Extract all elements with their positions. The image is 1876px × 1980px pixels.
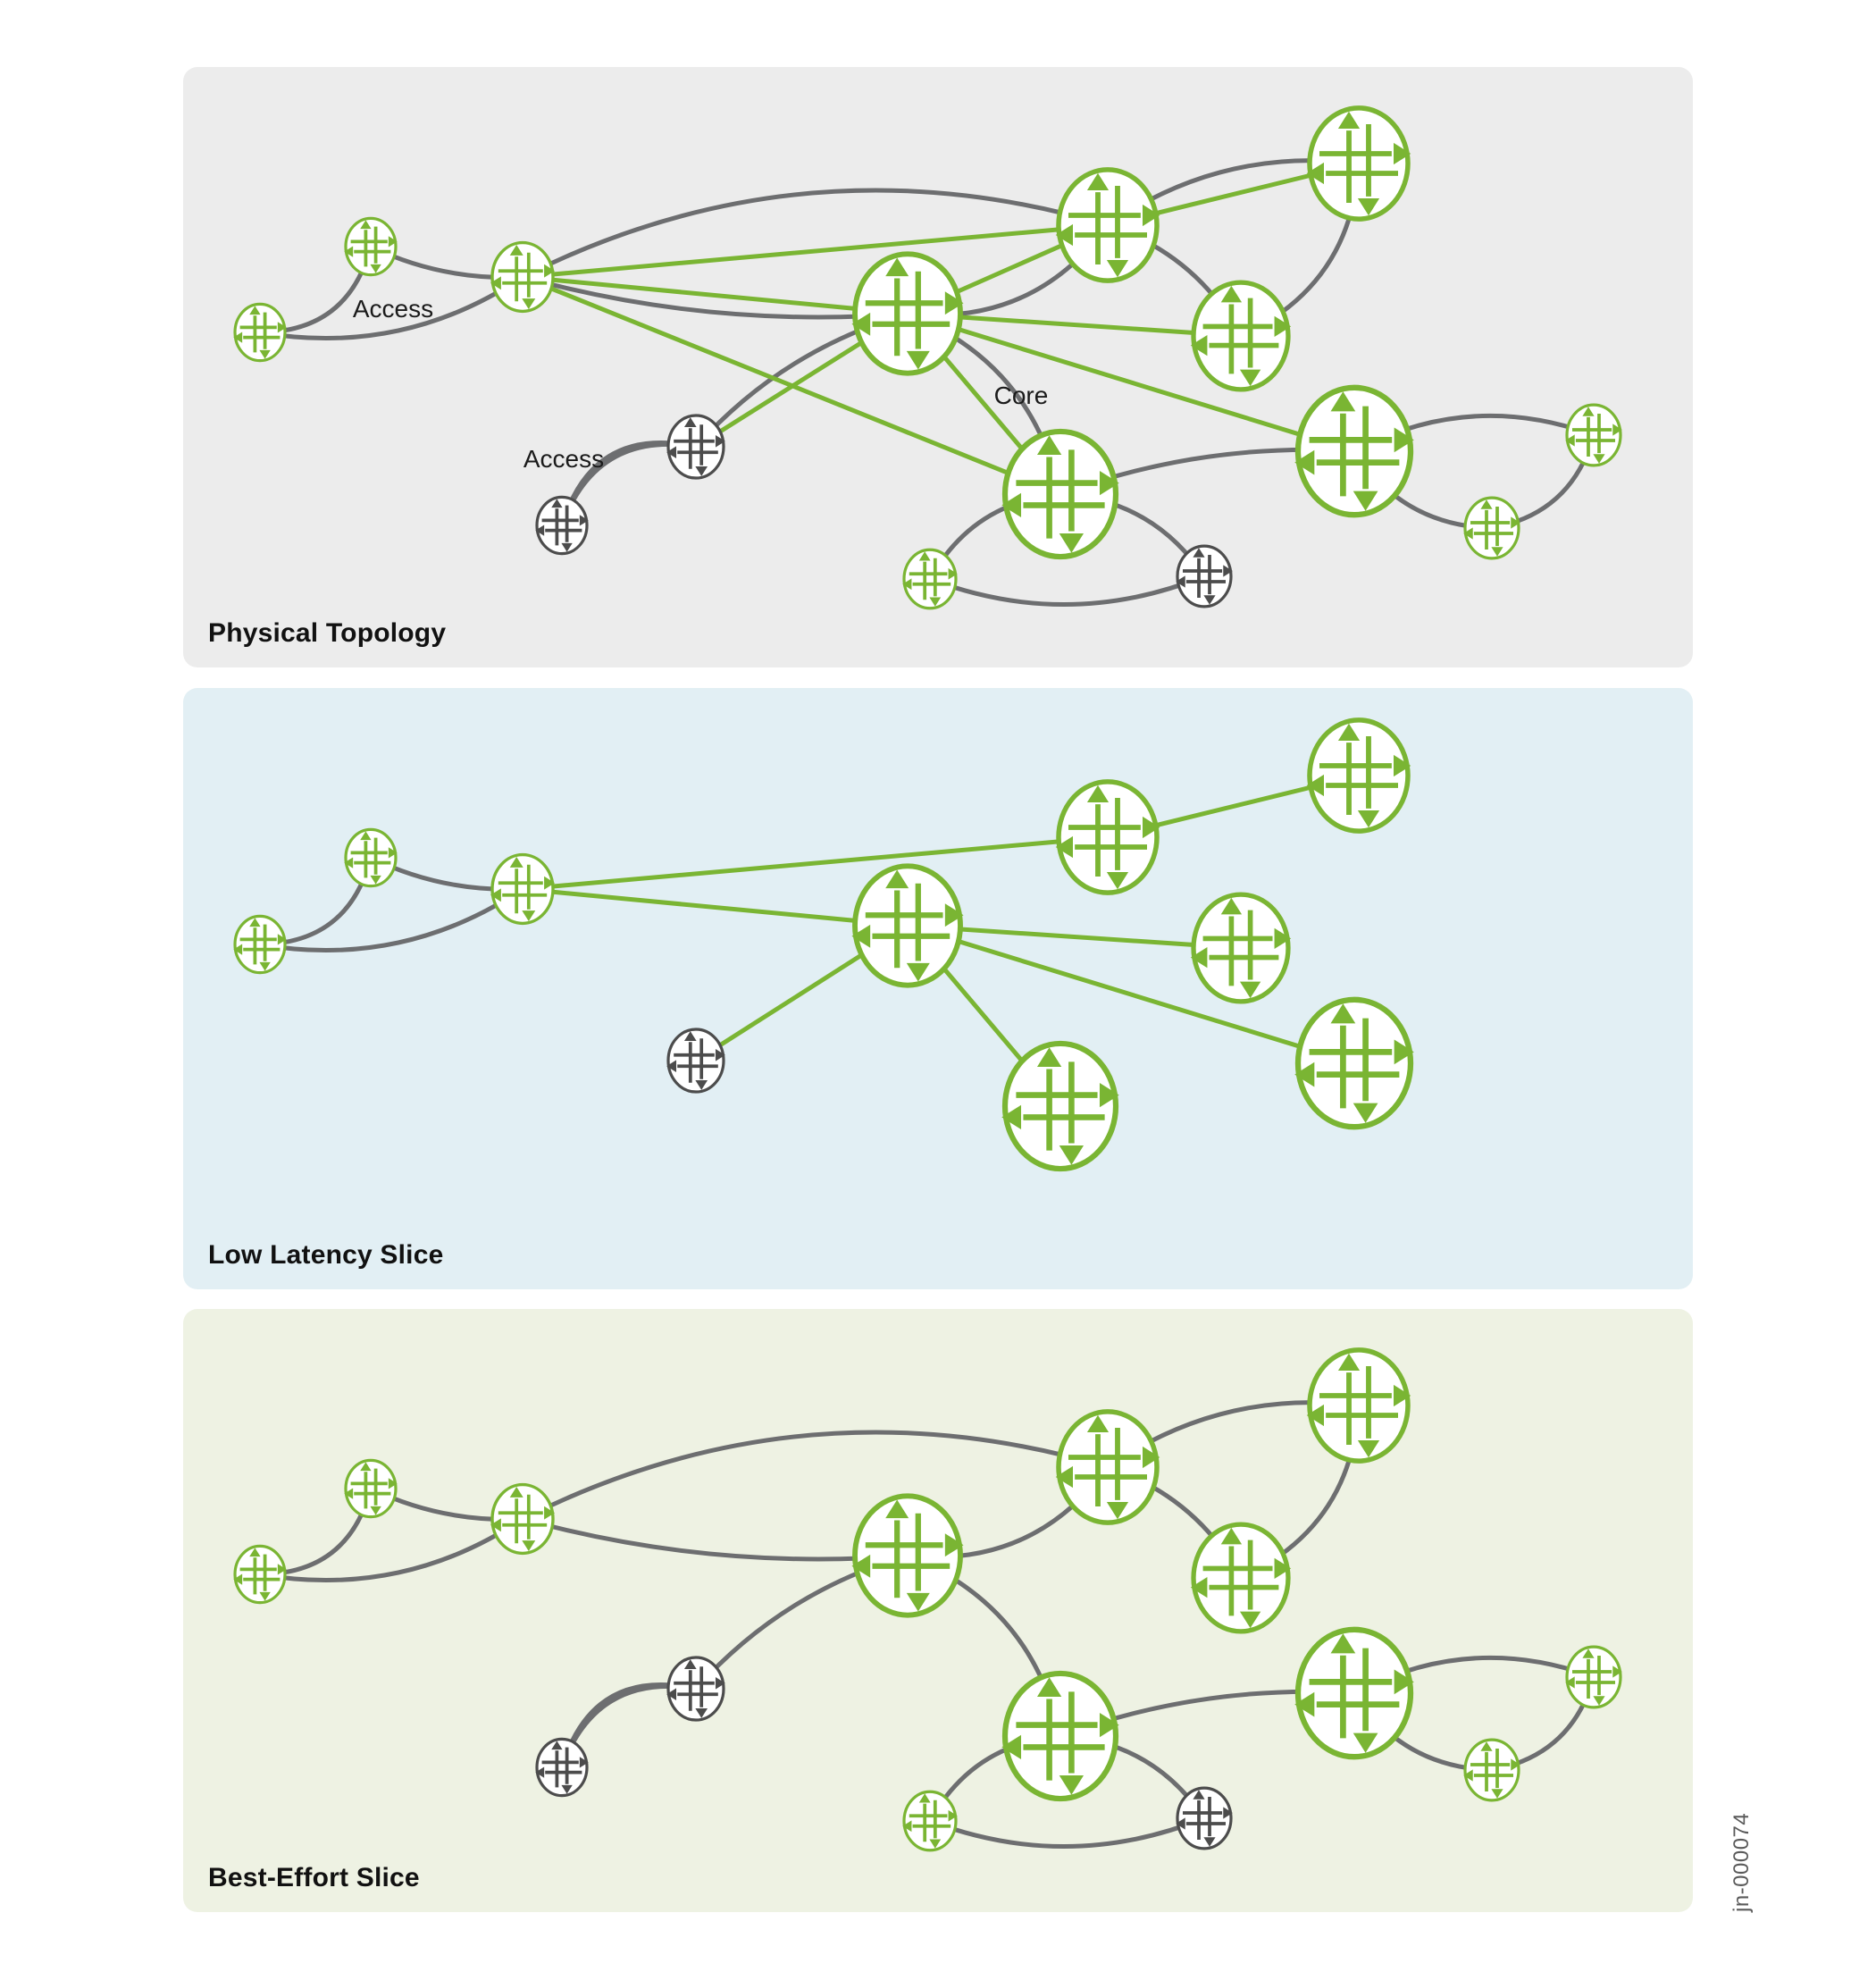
panel-title-physical-topology: Physical Topology	[208, 618, 447, 648]
panel-title-low-latency-slice: Low Latency Slice	[208, 1240, 444, 1270]
diagram-stage: Access Access Core Physical Topology Low Lat…	[0, 0, 1876, 1980]
panel-low-latency-slice	[183, 688, 1693, 1289]
panel-best-effort-slice	[183, 1309, 1693, 1912]
panel-title-best-effort-slice: Best-Effort Slice	[208, 1863, 420, 1892]
panel-physical-topology	[183, 67, 1693, 667]
figure-id-watermark: jn-000074	[1729, 1812, 1754, 1912]
